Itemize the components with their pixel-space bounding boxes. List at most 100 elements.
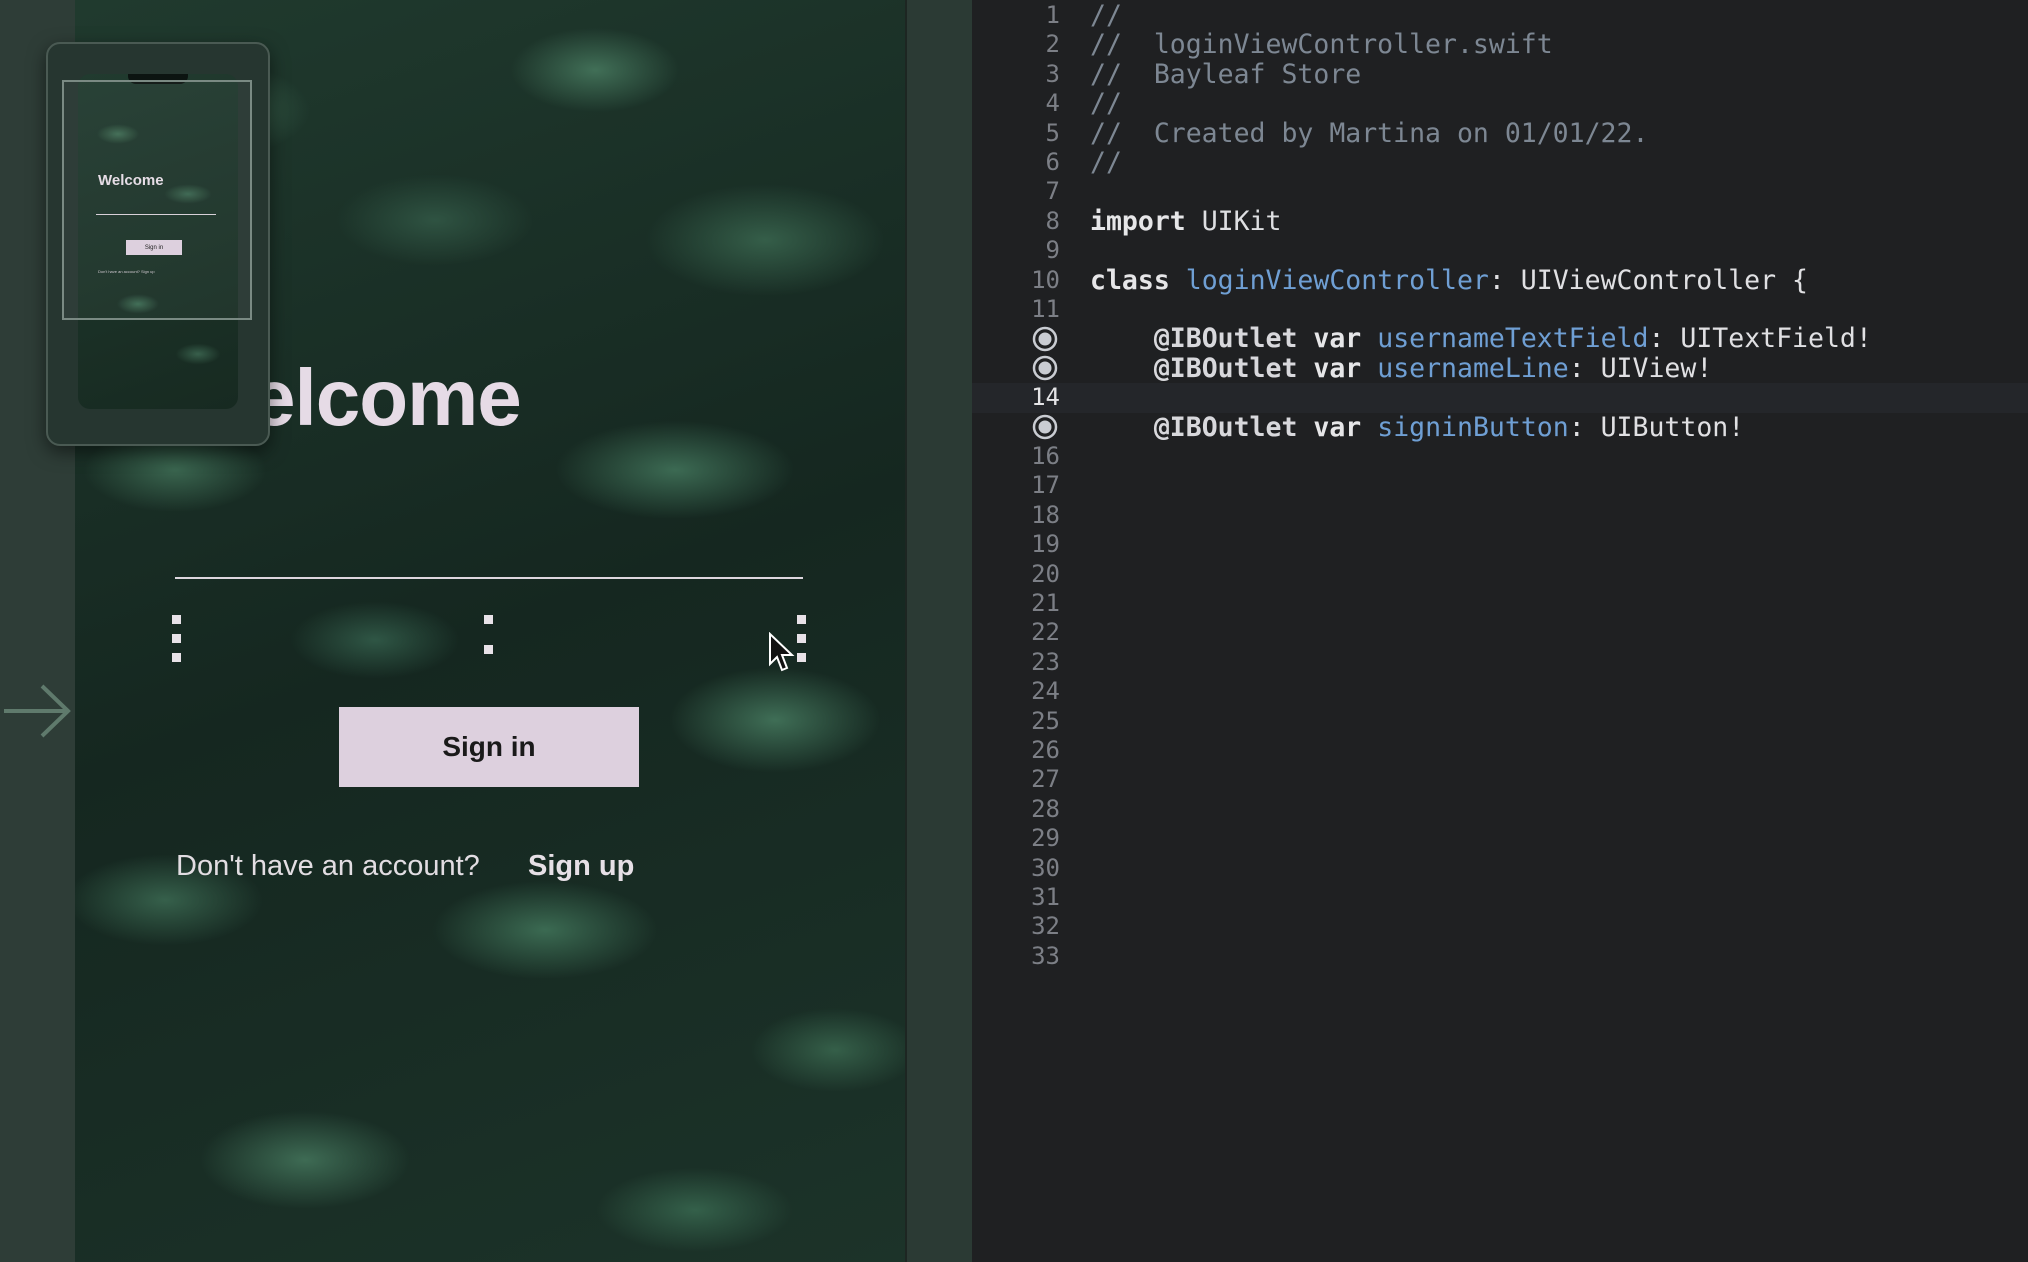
line-number[interactable]: 11	[972, 295, 1060, 324]
code-line[interactable]: 28	[972, 795, 2028, 824]
interface-builder-canvas[interactable]: elcome Sign in Don't have an account? Si…	[0, 0, 974, 1262]
line-number[interactable]: 33	[972, 942, 1060, 971]
welcome-label[interactable]: elcome	[251, 352, 522, 444]
code-line[interactable]: 33	[972, 942, 2028, 971]
line-number[interactable]: 8	[972, 207, 1060, 236]
line-number[interactable]: 17	[972, 471, 1060, 500]
code-text[interactable]: //	[1090, 148, 1122, 177]
minimap-welcome-label: Welcome	[98, 172, 164, 189]
canvas-minimap[interactable]: Welcome Sign in Don't have an account? S…	[46, 42, 270, 446]
line-number[interactable]: 28	[972, 795, 1060, 824]
line-number[interactable]: 18	[972, 501, 1060, 530]
code-line[interactable]: 1 //	[972, 1, 2028, 30]
line-number[interactable]: 24	[972, 677, 1060, 706]
line-number[interactable]: 10	[972, 266, 1060, 295]
line-number[interactable]: 23	[972, 648, 1060, 677]
code-token-type: : UIViewController {	[1488, 264, 1808, 296]
code-line[interactable]: 3 // Bayleaf Store	[972, 60, 2028, 89]
code-line[interactable]: 11	[972, 295, 2028, 324]
code-text[interactable]: //	[1090, 89, 1122, 118]
resize-handle-right[interactable]	[797, 615, 806, 663]
line-number[interactable]: 31	[972, 883, 1060, 912]
line-number[interactable]: 20	[972, 560, 1060, 589]
line-number[interactable]: 27	[972, 765, 1060, 794]
line-number[interactable]: 7	[972, 177, 1060, 206]
code-text[interactable]: // Created by Martina on 01/01/22.	[1090, 117, 1649, 149]
line-number[interactable]: 25	[972, 707, 1060, 736]
code-line[interactable]: 18	[972, 501, 2028, 530]
code-text[interactable]: //	[1090, 1, 1122, 30]
mouse-pointer-icon	[769, 632, 795, 672]
outlet-connection-icon[interactable]	[1032, 355, 1058, 381]
sign-in-button[interactable]: Sign in	[339, 707, 639, 787]
line-number[interactable]: 4	[972, 89, 1060, 118]
code-line[interactable]: 22	[972, 618, 2028, 647]
line-number[interactable]: 14	[972, 383, 1060, 412]
line-number[interactable]: 9	[972, 236, 1060, 265]
code-line[interactable]: 24	[972, 677, 2028, 706]
code-token-comment: // Created by Martina on 01/01/22.	[1090, 117, 1649, 149]
line-number[interactable]: 1	[972, 1, 1060, 30]
outlet-connection-icon[interactable]	[1032, 326, 1058, 352]
minimap-username-line	[96, 214, 216, 215]
code-token-type: : UIView!	[1568, 352, 1713, 384]
sign-up-button[interactable]: Sign up	[528, 850, 634, 883]
code-line[interactable]: 31	[972, 883, 2028, 912]
code-line[interactable]: 9	[972, 236, 2028, 265]
code-line[interactable]: 16	[972, 442, 2028, 471]
code-line[interactable]: 7	[972, 177, 2028, 206]
code-line[interactable]: 12 @IBOutlet var usernameTextField: UITe…	[972, 324, 2028, 354]
outlet-connection-icon[interactable]	[1032, 414, 1058, 440]
line-number[interactable]: 2	[972, 30, 1060, 59]
code-line[interactable]: 6 //	[972, 148, 2028, 177]
source-editor[interactable]: 1 // 2 // loginViewController.swift 3 // Bayl…	[972, 0, 2028, 1262]
code-text[interactable]: @IBOutlet var usernameTextField: UITextF…	[1090, 324, 1872, 353]
line-number[interactable]: 32	[972, 912, 1060, 941]
line-number[interactable]: 22	[972, 618, 1060, 647]
code-line[interactable]: 23	[972, 648, 2028, 677]
line-number[interactable]: 6	[972, 148, 1060, 177]
code-line[interactable]: 4 //	[972, 89, 2028, 118]
resize-handle-left[interactable]	[172, 615, 181, 663]
code-text[interactable]: class loginViewController: UIViewControl…	[1090, 264, 1808, 296]
code-line[interactable]: 2 // loginViewController.swift	[972, 30, 2028, 59]
code-line[interactable]: 26	[972, 736, 2028, 765]
code-text[interactable]: @IBOutlet var usernameLine: UIView!	[1090, 354, 1712, 383]
code-line[interactable]: 14	[972, 383, 2028, 413]
code-line[interactable]: 21	[972, 589, 2028, 618]
code-line[interactable]: 17	[972, 471, 2028, 500]
line-number[interactable]: 30	[972, 854, 1060, 883]
code-line[interactable]: 32	[972, 912, 2028, 941]
code-text[interactable]: // Bayleaf Store	[1090, 60, 1361, 89]
code-line[interactable]: 19	[972, 530, 2028, 559]
code-line[interactable]: 27	[972, 765, 2028, 794]
code-line[interactable]: 30	[972, 854, 2028, 883]
storyboard-entry-arrow-icon[interactable]	[2, 676, 72, 746]
code-line[interactable]: 20	[972, 560, 2028, 589]
username-line-view[interactable]	[175, 577, 803, 579]
code-text[interactable]: // loginViewController.swift	[1090, 30, 1553, 59]
line-number[interactable]: 29	[972, 824, 1060, 853]
minimap-viewport-indicator[interactable]	[62, 80, 252, 320]
line-number[interactable]: 3	[972, 60, 1060, 89]
code-line[interactable]: 5 // Created by Martina on 01/01/22.	[972, 117, 2028, 149]
code-line[interactable]: 25	[972, 707, 2028, 736]
line-number[interactable]: 16	[972, 442, 1060, 471]
code-text[interactable]: import UIKit	[1090, 207, 1281, 236]
code-line[interactable]: 13 @IBOutlet var usernameLine: UIView!	[972, 354, 2028, 383]
code-line[interactable]: 29	[972, 824, 2028, 853]
code-line[interactable]: 8 import UIKit	[972, 207, 2028, 236]
code-token-decl: loginViewController	[1185, 264, 1489, 296]
line-number[interactable]: 26	[972, 736, 1060, 765]
code-line[interactable]: 15 @IBOutlet var signinButton: UIButton!	[972, 412, 2028, 443]
resize-handle-middle[interactable]	[484, 615, 493, 663]
code-line[interactable]: 10 class loginViewController: UIViewContr…	[972, 264, 2028, 296]
code-text[interactable]: @IBOutlet var signinButton: UIButton!	[1090, 412, 1744, 443]
line-number[interactable]: 5	[972, 119, 1060, 148]
line-number[interactable]: 19	[972, 530, 1060, 559]
code-token-plain: UIKit	[1185, 205, 1282, 237]
code-token-keyword: var	[1313, 323, 1362, 355]
line-number[interactable]: 21	[972, 589, 1060, 618]
